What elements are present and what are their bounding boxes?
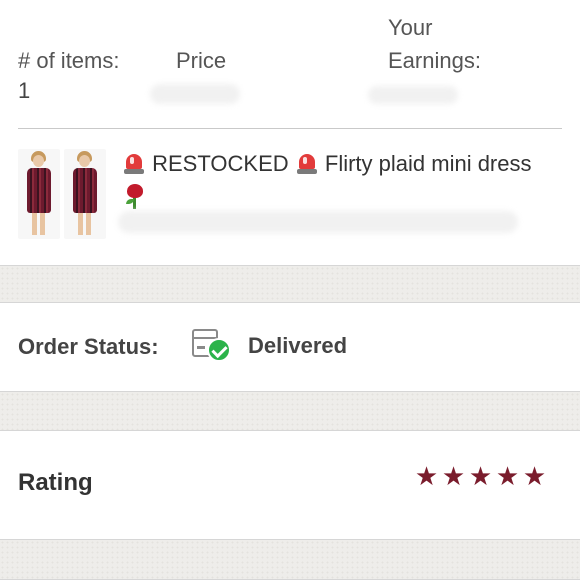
star-icon: ★ [495,461,520,491]
star-icon: ★ [522,461,547,491]
rose-icon [122,183,146,209]
items-count-label: # of items: [18,48,120,73]
star-icon: ★ [414,461,439,491]
star-icon: ★ [468,461,493,491]
rating-row: Rating ★ ★ ★ ★ ★ [0,431,580,539]
redacted-price [150,84,240,104]
rating-label: Rating [18,469,93,496]
price-label: Price [176,48,227,73]
listing-thumbnail[interactable] [64,149,106,239]
listing-item[interactable]: RESTOCKED Flirty plaid mini dress [0,129,580,265]
star-icon: ★ [441,461,466,491]
redacted-earnings [368,86,458,104]
order-status-value: Delivered [248,333,348,358]
redacted-listing-detail [118,211,518,233]
section-separator [0,265,580,303]
section-separator [0,391,580,431]
listing-title-part1: RESTOCKED [152,151,289,176]
rating-stars: ★ ★ ★ ★ ★ [413,463,548,489]
police-siren-icon [295,151,319,175]
delivered-box-check-icon [190,325,234,365]
section-separator [0,539,580,580]
police-siren-icon [122,151,146,175]
listing-thumbnail[interactable] [18,149,60,239]
order-status-row: Order Status: Delivered [0,303,580,391]
order-status-label: Order Status: [18,334,159,359]
listing-title-part2: Flirty plaid mini dress [324,151,532,176]
listing-title[interactable]: RESTOCKED Flirty plaid mini dress [122,147,542,213]
earnings-label: Your Earnings: [388,15,481,73]
order-summary: # of items: Price Your Earnings: 1 [0,0,580,128]
items-count-value: 1 [18,78,31,103]
